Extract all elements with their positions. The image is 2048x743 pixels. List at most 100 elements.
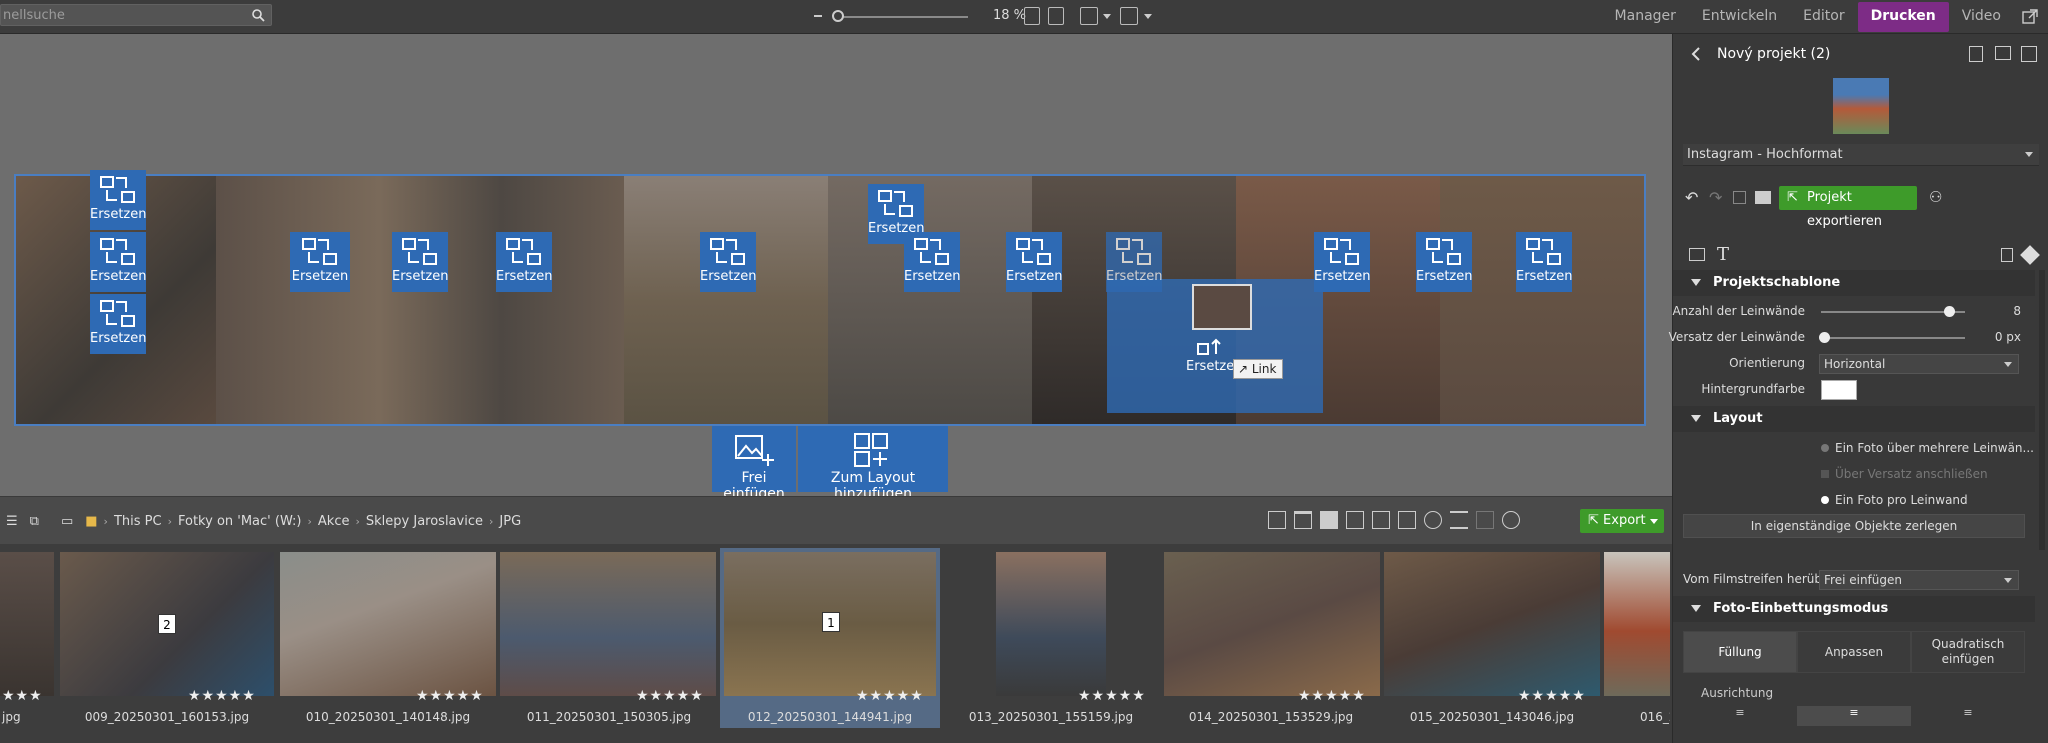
adjust-icon[interactable] <box>1450 511 1468 529</box>
align-left-icon[interactable]: ≡ <box>1683 706 1797 726</box>
breadcrumb-item[interactable]: JPG <box>493 514 527 529</box>
image-tool-icon[interactable] <box>1689 248 1705 261</box>
radio-single-per-canvas[interactable]: Ein Foto pro Leinwand <box>1673 490 2035 512</box>
tab-video[interactable]: Video <box>1949 0 2014 34</box>
external-window-icon[interactable] <box>2014 0 2048 34</box>
format-dropdown[interactable]: Instagram - Hochformat <box>1683 144 2039 166</box>
split-objects-button[interactable]: In eigenständige Objekte zerlegen <box>1683 514 2025 538</box>
tab-develop[interactable]: Entwickeln <box>1689 0 1790 34</box>
embed-fill-option[interactable]: Füllung <box>1683 631 1797 673</box>
folder-up-icon[interactable]: ▭ <box>55 514 79 529</box>
new-page-icon[interactable] <box>1969 46 1983 62</box>
breadcrumb-item[interactable]: Akce <box>312 514 356 529</box>
breadcrumb-item[interactable]: This PC <box>108 514 168 529</box>
trash-icon[interactable] <box>2001 248 2013 262</box>
replace-button[interactable]: Ersetzen <box>904 232 961 292</box>
eraser-icon[interactable] <box>2020 245 2040 265</box>
chevron-down-icon[interactable] <box>1103 14 1111 19</box>
select-icon[interactable] <box>1268 511 1286 529</box>
orientation-dropdown[interactable]: Horizontal <box>1819 354 2019 374</box>
export-button[interactable]: ⇱ Export <box>1580 509 1664 533</box>
back-chevron-icon[interactable] <box>1691 46 1701 62</box>
duplicate-icon[interactable] <box>1372 511 1390 529</box>
metadata-icon[interactable] <box>1476 511 1494 529</box>
filmstrip-thumb[interactable]: ★★★ jpg <box>0 548 56 728</box>
replace-button[interactable]: Ersetzen <box>90 170 147 230</box>
embed-fit-option[interactable]: Anpassen <box>1797 631 1911 673</box>
share-icon[interactable] <box>1502 511 1520 529</box>
text-tool-icon[interactable]: T <box>1717 244 1729 265</box>
replace-button[interactable]: Ersetzen <box>1416 232 1473 292</box>
copy-icon[interactable] <box>1346 511 1364 529</box>
replace-button[interactable]: Ersetzen <box>1516 232 1573 292</box>
replace-button[interactable]: Ersetzen <box>1314 232 1371 292</box>
replace-button[interactable]: Ersetzen <box>1186 332 1243 376</box>
section-layout[interactable]: Layout <box>1673 406 2035 432</box>
slider-knob[interactable] <box>1819 332 1830 343</box>
breadcrumb-item[interactable]: Sklepy Jaroslavice <box>360 514 489 529</box>
filmstrip-thumb[interactable]: ★★★★★ 010_20250301_140148.jpg <box>278 548 498 728</box>
align-center-icon[interactable]: ≡ <box>1797 706 1911 726</box>
tab-manager[interactable]: Manager <box>1602 0 1689 34</box>
filmstrip-thumb[interactable]: ★★★★★ 015_20250301_143046.jpg <box>1382 548 1602 728</box>
canvas-count-slider[interactable] <box>1821 306 1965 317</box>
filmstrip-thumb[interactable]: ★★★★★ 014_20250301_153529.jpg <box>1162 548 1380 728</box>
filmstrip-thumb-selected[interactable]: 1 ★★★★★ 012_20250301_144941.jpg <box>720 548 940 728</box>
filmstrip-thumb[interactable]: ★★★★★ 013_20250301_155159.jpg <box>942 548 1160 728</box>
trash-icon[interactable] <box>1294 511 1312 529</box>
zoom-slider-knob[interactable] <box>832 10 844 22</box>
grid-icon[interactable] <box>1080 7 1098 25</box>
redo-icon[interactable]: ↷ <box>1709 188 1722 207</box>
pages-icon[interactable] <box>1995 46 2011 60</box>
folder-compare-icon[interactable]: ⧉ <box>24 514 45 529</box>
slider-knob[interactable] <box>1944 306 1956 317</box>
move-to-folder-icon[interactable] <box>1320 511 1338 529</box>
ruler-icon[interactable] <box>1120 7 1138 25</box>
folder-tree-icon[interactable]: ☰ <box>0 514 24 529</box>
export-project-button[interactable]: ⇱ Projekt exportieren <box>1779 186 1917 229</box>
batch-rename-icon[interactable] <box>1398 511 1416 529</box>
chevron-down-icon[interactable] <box>1650 519 1658 524</box>
canvas-strip[interactable] <box>14 174 1646 426</box>
zoom-out-icon[interactable] <box>814 15 822 17</box>
person-icon[interactable]: ⚇ <box>1929 188 1942 206</box>
visibility-icon[interactable] <box>1424 511 1442 529</box>
print-icon[interactable] <box>1755 191 1771 204</box>
filmstrip-thumb[interactable]: 016_2 <box>1604 548 1670 728</box>
replace-button[interactable]: Ersetzen <box>392 232 449 292</box>
replace-button[interactable]: Ersetzen <box>496 232 553 292</box>
fit-screen-icon[interactable] <box>1048 7 1064 25</box>
project-thumbnail[interactable] <box>1833 78 1889 134</box>
actual-size-icon[interactable] <box>1024 7 1040 25</box>
filmstrip-thumb[interactable]: ★★★★★ 011_20250301_150305.jpg <box>500 548 718 728</box>
align-right-icon[interactable]: ≡ <box>1911 706 2025 726</box>
radio-dot[interactable] <box>1821 496 1829 504</box>
panel-scrollbar[interactable] <box>2039 270 2045 550</box>
save-icon[interactable] <box>1733 191 1746 204</box>
replace-button[interactable]: Ersetzen <box>90 294 147 354</box>
tab-editor[interactable]: Editor <box>1790 0 1857 34</box>
undo-icon[interactable]: ↶ <box>1685 188 1698 207</box>
replace-button[interactable]: Ersetzen <box>700 232 757 292</box>
section-project-template[interactable]: Projektschablone <box>1673 270 2035 296</box>
checkbox-offset-join[interactable]: Über Versatz anschließen <box>1673 464 2035 486</box>
section-photo-embed-mode[interactable]: Foto-Einbettungsmodus <box>1673 596 2035 622</box>
zoom-slider-track[interactable] <box>836 16 968 18</box>
duplicate-page-icon[interactable] <box>2021 46 2037 62</box>
embed-square-option[interactable]: Quadratisch einfügen <box>1911 631 2025 673</box>
search-icon[interactable] <box>251 8 265 22</box>
chevron-down-icon[interactable] <box>1144 14 1152 19</box>
checkbox[interactable] <box>1821 470 1829 478</box>
offset-slider[interactable] <box>1819 332 1965 343</box>
replace-button[interactable]: Ersetzen <box>90 232 147 292</box>
insert-free-button[interactable]: Frei einfügen <box>712 426 796 502</box>
breadcrumb-item[interactable]: Fotky on 'Mac' (W:) <box>172 514 308 529</box>
search-field[interactable]: nellsuche <box>0 4 272 26</box>
filmstrip-thumb[interactable]: 2 ★★★★★ 009_20250301_160153.jpg <box>58 548 276 728</box>
replace-button[interactable]: Ersetzen <box>1106 232 1163 292</box>
replace-button[interactable]: Ersetzen <box>290 232 350 292</box>
background-color-swatch[interactable] <box>1821 380 1857 400</box>
radio-dot[interactable] <box>1821 444 1829 452</box>
replace-button[interactable]: Ersetzen <box>1006 232 1063 292</box>
radio-multi-canvas[interactable]: Ein Foto über mehrere Leinwän... <box>1673 438 2035 460</box>
